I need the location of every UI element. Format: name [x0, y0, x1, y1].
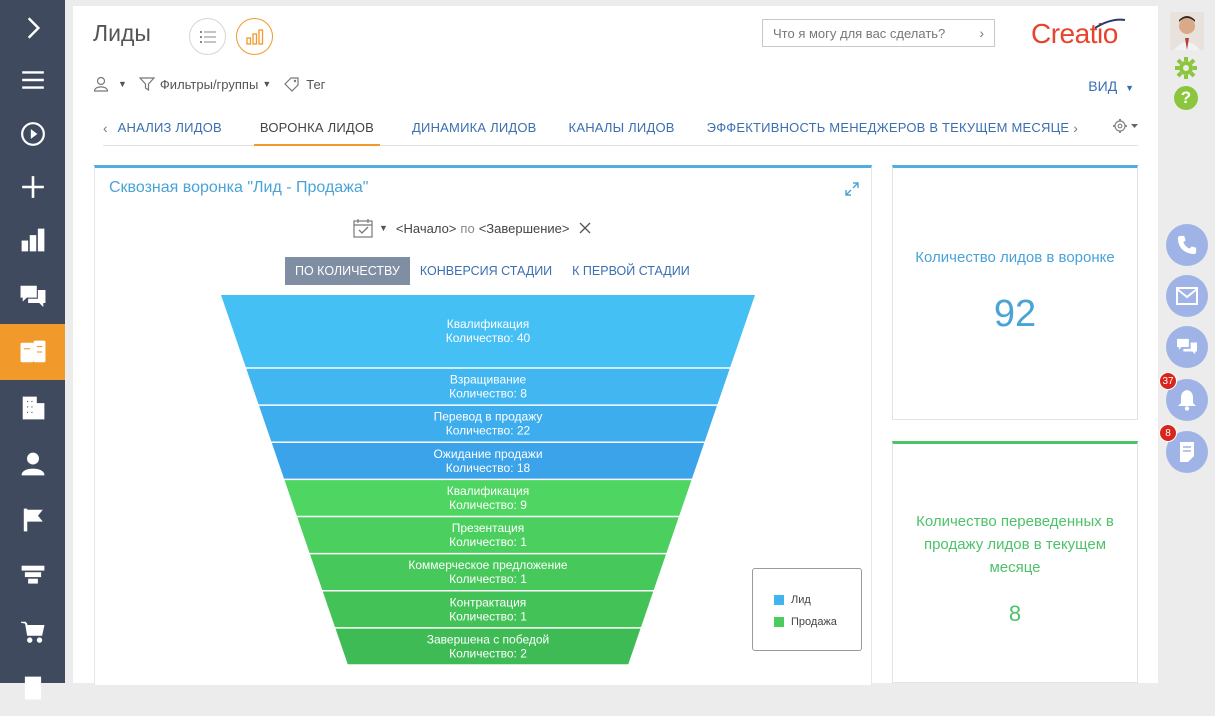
leads-in-funnel-card: Количество лидов в воронке 92: [892, 165, 1138, 420]
feed-chat-icon[interactable]: [0, 268, 65, 324]
funnel-stage-count: Количество: 9: [449, 498, 527, 512]
funnel-filter-icon[interactable]: [0, 548, 65, 604]
leads-in-funnel-label: Количество лидов в воронке: [915, 249, 1115, 266]
view-menu-button[interactable]: ВИД ▼: [1088, 78, 1134, 94]
tabs-scroll-right-icon[interactable]: ›: [1073, 120, 1078, 136]
funnel-stage-count: Количество: 2: [449, 646, 527, 660]
funnel-stage-label: Ожидание продажи: [433, 447, 542, 461]
converted-leads-card: Количество переведенных в продажу лидов …: [892, 441, 1138, 683]
user-avatar-icon: [1170, 12, 1204, 50]
legend-item-lead[interactable]: Лид: [774, 594, 811, 606]
accounts-building-icon[interactable]: [0, 380, 65, 436]
analytics-bar-chart-icon[interactable]: [0, 212, 65, 268]
legend-swatch-sale: [774, 617, 784, 627]
funnel-stage-label: Завершена с победой: [427, 632, 549, 646]
avatar[interactable]: [1170, 12, 1204, 50]
activities-flag-icon[interactable]: [0, 492, 65, 548]
list-icon: [199, 30, 216, 43]
list-view-button[interactable]: [189, 18, 226, 55]
tab-manager-efficiency[interactable]: ЭФФЕКТИВНОСТЬ МЕНЕДЖЕРОВ В ТЕКУЩЕМ МЕСЯЦ…: [707, 110, 1070, 146]
contacts-person-icon[interactable]: [0, 436, 65, 492]
funnel-stage-label: Презентация: [452, 521, 525, 535]
funnel-stage-label: Квалификация: [447, 317, 529, 331]
add-plus-icon[interactable]: [0, 159, 65, 215]
right-communication-panel: ? 37 8: [1158, 0, 1215, 683]
analytics-view-button[interactable]: [236, 18, 273, 55]
legend-swatch-lead: [774, 595, 784, 605]
filter-icon: [138, 77, 155, 92]
toolbar: ▼ Фильтры/группы ▼ Тег: [93, 76, 337, 92]
feed-button[interactable]: [1166, 326, 1208, 368]
orders-cart-icon[interactable]: [0, 604, 65, 660]
funnel-stage-count: Количество: 22: [446, 424, 531, 438]
notifications-button[interactable]: 37: [1159, 372, 1208, 421]
caret-down-icon: ▼: [1125, 83, 1134, 93]
chevron-right-icon[interactable]: ›: [979, 25, 984, 41]
tasks-button[interactable]: 8: [1159, 424, 1208, 473]
document-list-icon: [1180, 442, 1194, 462]
main-content: Лиды Что я могу для вас сделать? › Creat…: [73, 6, 1158, 685]
caret-down-icon: ▼: [262, 79, 272, 89]
envelope-icon: [1176, 287, 1198, 305]
funnel-stage-label: Перевод в продажу: [434, 410, 543, 424]
funnel-stage-label: Квалификация: [447, 484, 529, 498]
filters-groups-button[interactable]: Фильтры/группы ▼: [138, 76, 272, 92]
tab-lead-analysis[interactable]: АНАЛИЗ ЛИДОВ: [118, 110, 222, 146]
bell-icon: [1178, 390, 1196, 411]
view-menu-label: ВИД: [1088, 78, 1118, 94]
chat-bubbles-icon: [1177, 338, 1197, 355]
notifications-badge: 37: [1159, 372, 1177, 390]
tag-label: Тег: [306, 76, 326, 92]
tasks-badge: 8: [1159, 424, 1177, 442]
funnel-chart-panel: Сквозная воронка "Лид - Продажа" ▼ <Нача…: [94, 165, 872, 685]
converted-leads-label: Количество переведенных в продажу лидов …: [916, 513, 1114, 576]
tag-icon: [284, 77, 299, 92]
converted-leads-value: 8: [1008, 601, 1022, 626]
funnel-stage-count: Количество: 8: [449, 387, 527, 401]
tabs-scroll-left-icon[interactable]: ‹: [103, 120, 108, 136]
tab-lead-channels[interactable]: КАНАЛЫ ЛИДОВ: [569, 110, 675, 146]
documents-icon[interactable]: [0, 660, 65, 716]
leads-in-funnel-value: 92: [993, 293, 1037, 335]
funnel-stage-label: Контрактация: [450, 595, 527, 609]
funnel-stage-count: Количество: 40: [446, 331, 531, 345]
tab-lead-funnel[interactable]: ВОРОНКА ЛИДОВ: [253, 110, 381, 146]
search-placeholder: Что я могу для вас сделать?: [773, 26, 946, 41]
bar-chart-icon: [245, 28, 263, 45]
process-run-icon[interactable]: [0, 106, 65, 162]
tab-lead-dynamics[interactable]: ДИНАМИКА ЛИДОВ: [412, 110, 537, 146]
legend-label-lead: Лид: [791, 594, 811, 606]
funnel-stage-label: Взращивание: [450, 373, 527, 387]
funnel-stage-count: Количество: 1: [449, 535, 527, 549]
phone-icon: [1177, 235, 1197, 255]
legend-label-sale: Продажа: [791, 616, 837, 628]
dashboard-settings-button[interactable]: [1112, 118, 1140, 139]
funnel-stage-count: Количество: 18: [446, 461, 531, 475]
hamburger-menu-icon[interactable]: [0, 52, 65, 108]
gear-icon: [1113, 119, 1138, 133]
funnel-stage-count: Количество: 1: [449, 609, 527, 623]
page-title: Лиды: [93, 20, 151, 46]
logo-swoosh-icon: [1094, 18, 1126, 29]
command-search-input[interactable]: Что я могу для вас сделать? ›: [762, 19, 995, 47]
settings-gear-icon[interactable]: [1174, 56, 1198, 80]
owner-filter-button[interactable]: ▼: [93, 76, 127, 92]
help-question-icon[interactable]: ?: [1174, 86, 1198, 110]
caret-down-icon: ▼: [118, 79, 127, 89]
funnel-stage-label: Коммерческое предложение: [408, 558, 568, 572]
email-button[interactable]: [1166, 275, 1208, 317]
chart-legend: Лид Продажа: [752, 568, 862, 651]
collapse-menu-chevron-icon[interactable]: [0, 0, 65, 56]
dashboard-tabs: ‹ АНАЛИЗ ЛИДОВ ВОРОНКА ЛИДОВ ДИНАМИКА ЛИ…: [103, 110, 1138, 146]
person-outline-icon: [93, 76, 109, 92]
filters-groups-label: Фильтры/группы: [159, 76, 259, 92]
legend-item-sale[interactable]: Продажа: [774, 616, 837, 628]
leads-section-icon[interactable]: [0, 324, 65, 380]
tag-button[interactable]: Тег: [283, 76, 325, 92]
funnel-stage-count: Количество: 1: [449, 572, 527, 586]
left-navigation: [0, 0, 65, 700]
phone-button[interactable]: [1166, 224, 1208, 266]
